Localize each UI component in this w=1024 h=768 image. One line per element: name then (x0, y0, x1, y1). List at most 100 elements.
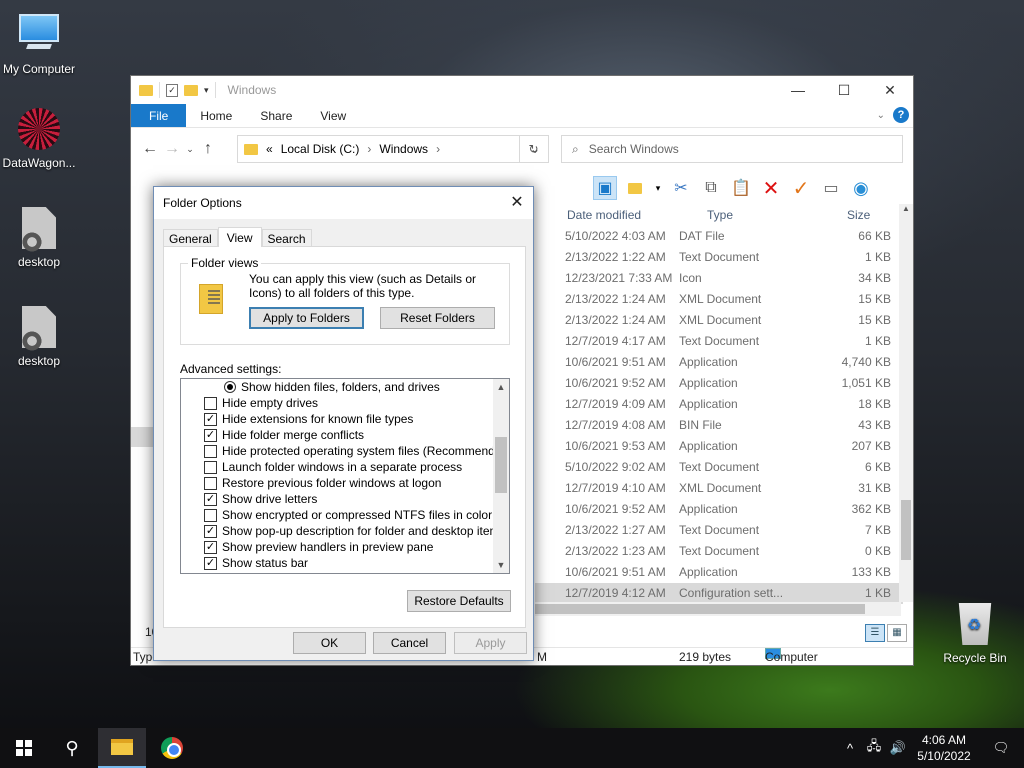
tab-home[interactable]: Home (186, 104, 246, 127)
large-icons-view-icon[interactable]: ▦ (887, 624, 907, 642)
column-date-modified[interactable]: Date modified (539, 204, 679, 226)
advanced-setting-item[interactable]: Hide empty drives (181, 395, 509, 411)
tab-share[interactable]: Share (246, 104, 306, 127)
desktop-icon-my-computer[interactable]: My Computer (0, 10, 78, 76)
checkbox[interactable]: ✓ (204, 556, 217, 570)
tab-view[interactable]: View (306, 104, 360, 127)
network-icon[interactable]: 🖧 (862, 737, 886, 759)
tab-view[interactable]: View (217, 227, 262, 247)
checkbox[interactable]: ✓ (204, 412, 217, 426)
desktop-icon-desktop-1[interactable]: desktop (0, 207, 78, 269)
cancel-button[interactable]: Cancel (373, 632, 446, 654)
shell-icon[interactable]: ◉ (849, 176, 873, 200)
scrollbar-thumb[interactable] (535, 604, 865, 614)
checkbox[interactable] (204, 460, 217, 474)
scroll-up-icon[interactable]: ▲ (899, 204, 913, 213)
help-icon[interactable]: ? (893, 107, 909, 123)
scroll-up-icon[interactable]: ▲ (493, 379, 509, 395)
back-icon[interactable]: ← (139, 140, 161, 158)
clock[interactable]: 4:06 AM 5/10/2022 (910, 732, 978, 764)
notifications-icon[interactable]: 🗨 (978, 740, 1024, 756)
table-row[interactable]: 10/6/2021 9:53 AM Application 207 KB (535, 436, 903, 457)
tab-search[interactable]: Search (261, 229, 312, 247)
checkbox[interactable] (204, 444, 217, 458)
checkbox[interactable]: ✓ (204, 524, 217, 538)
vertical-scrollbar[interactable]: ▲ (899, 204, 913, 602)
title-bar[interactable]: ✓ ▾ Windows — ☐ ✕ (131, 76, 913, 104)
table-row[interactable]: 2/13/2022 1:24 AM XML Document 15 KB (535, 289, 903, 310)
apply-button[interactable]: Apply (454, 632, 527, 654)
advanced-settings-scrollbar[interactable]: ▲ ▼ (493, 379, 509, 573)
advanced-setting-item[interactable]: Restore previous folder windows at logon (181, 475, 509, 491)
radio-button[interactable] (224, 381, 236, 393)
scroll-down-icon[interactable]: ▼ (493, 557, 509, 573)
table-row[interactable]: 10/6/2021 9:52 AM Application 1,051 KB (535, 373, 903, 394)
advanced-setting-item[interactable]: Show encrypted or compressed NTFS files … (181, 507, 509, 523)
table-row[interactable]: 10/6/2021 9:51 AM Application 133 KB (535, 562, 903, 583)
advanced-setting-item[interactable]: ✓ Hide folder merge conflicts (181, 427, 509, 443)
checkbox[interactable] (204, 396, 217, 410)
search-input[interactable]: Search Windows (589, 142, 679, 156)
checkbox[interactable]: ✓ (204, 428, 217, 442)
taskbar-chrome[interactable] (148, 728, 196, 768)
nav-pane-selected-item[interactable] (131, 427, 153, 447)
horizontal-scrollbar[interactable] (535, 602, 901, 616)
tab-file[interactable]: File (131, 104, 187, 127)
checkbox[interactable] (204, 476, 217, 490)
details-view-icon[interactable]: ☰ (865, 624, 885, 642)
desktop-icon-recycle-bin[interactable]: ♻ Recycle Bin (936, 603, 1014, 665)
properties-icon[interactable]: ▭ (819, 176, 843, 200)
checkbox[interactable]: ✓ (204, 492, 217, 506)
rename-check-icon[interactable]: ✓ (789, 176, 813, 200)
volume-icon[interactable]: 🔊 (886, 740, 910, 756)
properties-icon[interactable]: ✓ (166, 83, 178, 97)
scrollbar-thumb[interactable] (901, 500, 911, 560)
advanced-setting-item[interactable]: ✓ Hide extensions for known file types (181, 411, 509, 427)
column-size[interactable]: Size (819, 204, 899, 226)
forward-icon[interactable]: → (161, 140, 183, 158)
maximize-button[interactable]: ☐ (821, 76, 867, 104)
new-folder-icon[interactable] (623, 176, 647, 200)
advanced-setting-item[interactable]: ✓ Show pop-up description for folder and … (181, 523, 509, 539)
table-row[interactable]: 12/7/2019 4:08 AM BIN File 43 KB (535, 415, 903, 436)
start-button[interactable] (0, 728, 48, 768)
table-row[interactable]: 10/6/2021 9:52 AM Application 362 KB (535, 499, 903, 520)
taskbar-file-explorer[interactable] (98, 728, 146, 768)
new-folder-icon[interactable] (184, 84, 198, 96)
dropdown-arrow-icon[interactable]: ▾ (653, 176, 663, 200)
address-overflow[interactable]: « (266, 142, 273, 156)
close-icon[interactable]: ✕ (501, 187, 533, 219)
table-row[interactable]: 12/7/2019 4:17 AM Text Document 1 KB (535, 331, 903, 352)
table-row[interactable]: 2/13/2022 1:27 AM Text Document 7 KB (535, 520, 903, 541)
table-row[interactable]: 12/7/2019 4:09 AM Application 18 KB (535, 394, 903, 415)
column-type[interactable]: Type (679, 204, 819, 226)
restore-defaults-button[interactable]: Restore Defaults (407, 590, 511, 612)
address-bar[interactable]: « Local Disk (C:) › Windows › ⌄ (237, 135, 549, 163)
reset-folders-button[interactable]: Reset Folders (380, 307, 495, 329)
search-button[interactable]: ⚲ (48, 728, 96, 768)
refresh-button[interactable]: ↻ (519, 135, 547, 163)
expand-ribbon-icon[interactable]: ⌄ (877, 110, 885, 121)
paste-icon[interactable]: 📋 (729, 176, 753, 200)
close-button[interactable]: ✕ (867, 76, 913, 104)
scrollbar-thumb[interactable] (495, 437, 507, 493)
table-row[interactable]: 12/7/2019 4:12 AM Configuration sett... 1 … (535, 583, 903, 604)
advanced-setting-item[interactable]: ✓ Show status bar (181, 555, 509, 571)
advanced-setting-item[interactable]: Show hidden files, folders, and drives (181, 379, 509, 395)
copy-icon[interactable]: ⧉ (699, 176, 723, 200)
table-row[interactable]: 10/6/2021 9:51 AM Application 4,740 KB (535, 352, 903, 373)
desktop-icon-desktop-2[interactable]: desktop (0, 306, 78, 368)
customize-quick-access-icon[interactable]: ▾ (204, 85, 209, 96)
desktop-icon-datawagon[interactable]: DataWagon... (0, 108, 78, 170)
breadcrumb-local-disk[interactable]: Local Disk (C:) (281, 142, 360, 156)
advanced-setting-item[interactable]: ✓ Show drive letters (181, 491, 509, 507)
apply-to-folders-button[interactable]: Apply to Folders (249, 307, 364, 329)
table-row[interactable]: 2/13/2022 1:24 AM XML Document 15 KB (535, 310, 903, 331)
table-row[interactable]: 12/23/2021 7:33 AM Icon 34 KB (535, 268, 903, 289)
chevron-up-icon[interactable]: ^ (838, 741, 862, 756)
delete-icon[interactable]: ✕ (759, 176, 783, 200)
minimize-button[interactable]: — (775, 76, 821, 104)
tab-general[interactable]: General (163, 229, 218, 247)
table-row[interactable]: 5/10/2022 4:03 AM DAT File 66 KB (535, 226, 903, 247)
advanced-setting-item[interactable]: Launch folder windows in a separate proc… (181, 459, 509, 475)
